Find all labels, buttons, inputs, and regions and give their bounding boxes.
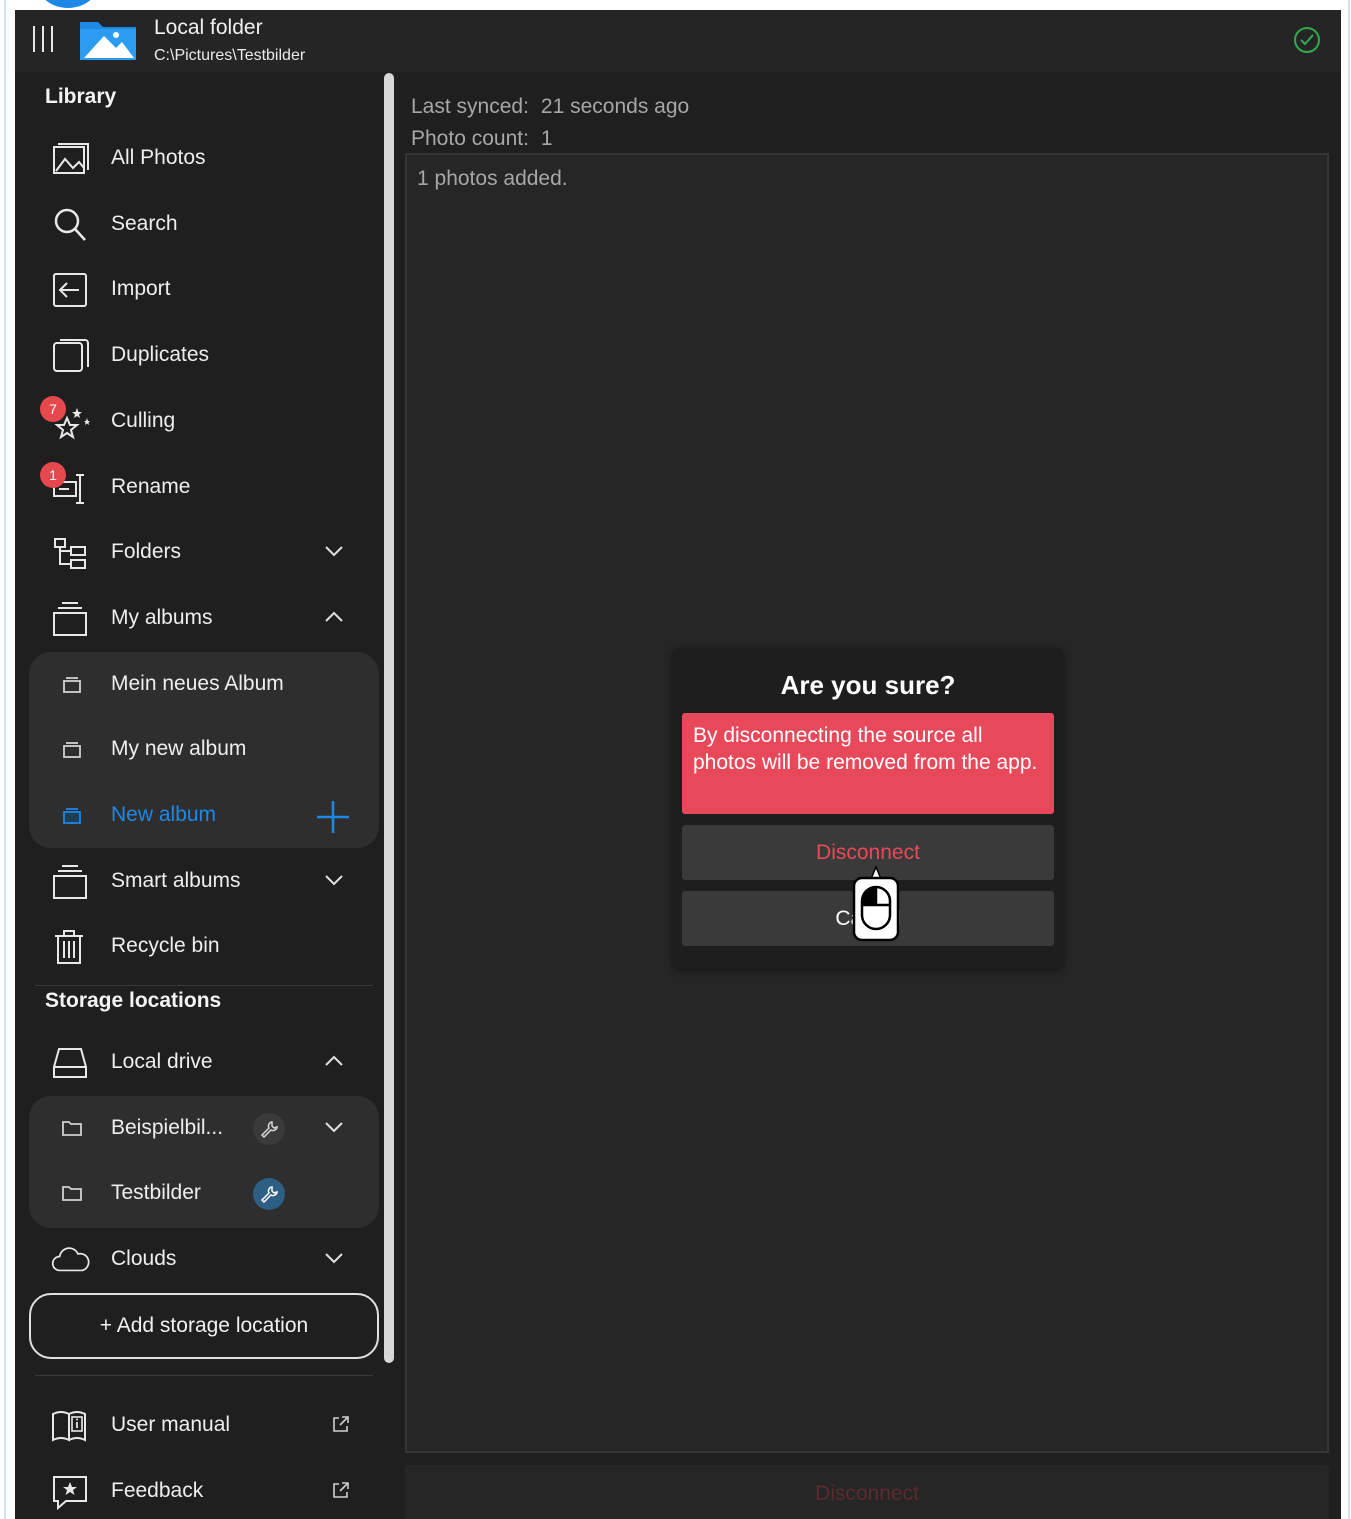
sidebar-item-search[interactable]: Search — [15, 195, 375, 255]
sidebar-item-label: Culling — [111, 409, 176, 432]
album-label: My new album — [111, 737, 247, 760]
new-album-label: New album — [111, 803, 217, 826]
search-icon — [54, 208, 86, 241]
storage-locations-heading: Storage locations — [45, 989, 222, 1012]
wrench-icon — [260, 1121, 278, 1138]
plus-icon[interactable] — [315, 799, 351, 835]
top-bar: Local folder C:\Pictures\Testbilder — [15, 10, 1341, 72]
app-window: Local folder C:\Pictures\Testbilder Libr… — [15, 10, 1341, 1519]
chevron-up-icon[interactable] — [323, 609, 345, 625]
dialog-title: Are you sure? — [780, 670, 956, 700]
sidebar-item-recycle-bin[interactable]: Recycle bin — [15, 917, 375, 977]
sidebar-item-clouds[interactable]: Clouds — [15, 1230, 375, 1290]
sidebar-item-label: All Photos — [111, 146, 206, 169]
sidebar-item-label: Clouds — [111, 1247, 177, 1270]
dialog-warning-message: By disconnecting the source all photos w… — [682, 713, 1054, 814]
album-icon — [63, 677, 81, 693]
sidebar-item-label: Import — [111, 277, 171, 300]
album-icon — [63, 742, 81, 758]
sidebar-item-my-albums[interactable]: My albums — [15, 589, 375, 649]
sidebar-item-label: User manual — [111, 1413, 231, 1436]
source-title: Local folder — [154, 16, 263, 39]
duplicates-icon — [53, 339, 89, 372]
smart-album-icon — [53, 865, 87, 899]
storage-folder-item[interactable]: Testbilder — [15, 1164, 375, 1224]
sidebar-scrollbar[interactable] — [384, 73, 394, 1363]
sidebar-item-label: Rename — [111, 475, 191, 498]
folder-icon — [62, 1121, 82, 1136]
album-label: Mein neues Album — [111, 672, 284, 695]
folder-label: Testbilder — [111, 1181, 201, 1204]
folder-icon — [62, 1186, 82, 1201]
sidebar-item-rename[interactable]: 1 Rename — [15, 458, 375, 518]
folder-label: Beispielbil... — [111, 1116, 224, 1139]
divider — [35, 1375, 373, 1376]
photo-count-value: 1 — [540, 127, 553, 150]
menu-icon[interactable] — [33, 26, 59, 54]
sidebar-item-label: Smart albums — [111, 869, 241, 892]
sidebar-item-label: Feedback — [111, 1479, 204, 1502]
album-item[interactable]: My new album — [15, 720, 375, 780]
chevron-down-icon[interactable] — [323, 872, 345, 888]
sidebar-item-culling[interactable]: 7 Culling — [15, 392, 375, 452]
external-link-icon — [333, 1416, 349, 1432]
library-heading: Library — [45, 85, 117, 108]
chevron-down-icon[interactable] — [323, 543, 345, 559]
sidebar-item-all-photos[interactable]: All Photos — [15, 129, 375, 189]
book-info-icon — [52, 1411, 86, 1442]
last-synced-label: Last synced: — [411, 95, 529, 118]
sidebar-item-label: My albums — [111, 606, 213, 629]
sidebar-item-smart-albums[interactable]: Smart albums — [15, 852, 375, 912]
sidebar-item-import[interactable]: Import — [15, 260, 375, 320]
sidebar: Library All Photos Search Import Duplica… — [15, 72, 385, 1519]
mouse-cursor-icon — [852, 865, 900, 942]
sidebar-item-user-manual[interactable]: User manual — [15, 1396, 375, 1456]
sidebar-item-label: Duplicates — [111, 343, 210, 366]
sidebar-item-label: Search — [111, 212, 178, 235]
sync-log-text: 1 photos added. — [417, 167, 568, 190]
photos-icon — [53, 143, 89, 174]
folder-settings-button[interactable] — [253, 1113, 285, 1145]
chevron-down-icon[interactable] — [323, 1119, 345, 1135]
sidebar-item-duplicates[interactable]: Duplicates — [15, 326, 375, 386]
folder-picture-icon — [80, 22, 136, 60]
sidebar-item-label: Recycle bin — [111, 934, 220, 957]
feedback-star-icon — [53, 1476, 87, 1510]
album-icon — [63, 808, 81, 824]
photo-count-label: Photo count: — [411, 127, 529, 150]
sidebar-item-label: Folders — [111, 540, 182, 563]
rename-count-badge: 1 — [40, 462, 66, 488]
sidebar-item-label: Local drive — [111, 1050, 213, 1073]
folder-settings-button[interactable] — [253, 1178, 285, 1210]
sidebar-item-feedback[interactable]: Feedback — [15, 1462, 375, 1519]
sidebar-item-local-drive[interactable]: Local drive — [15, 1033, 375, 1093]
chevron-down-icon[interactable] — [323, 1250, 345, 1266]
cloud-icon — [51, 1247, 90, 1272]
chevron-up-icon[interactable] — [323, 1053, 345, 1069]
divider — [35, 985, 373, 986]
folder-tree-icon — [54, 538, 86, 569]
sidebar-item-folders[interactable]: Folders — [15, 523, 375, 583]
import-icon — [53, 273, 87, 307]
trash-icon — [55, 930, 83, 964]
storage-folder-item[interactable]: Beispielbil... — [15, 1099, 375, 1159]
sync-status-check-icon — [1294, 27, 1320, 53]
external-link-icon — [333, 1482, 349, 1498]
source-path: C:\Pictures\Testbilder — [154, 47, 306, 64]
culling-count-badge: 7 — [40, 396, 66, 422]
new-album-item[interactable]: New album — [15, 786, 375, 846]
hard-drive-icon — [53, 1048, 87, 1078]
album-icon — [53, 602, 87, 636]
photo-count-row: Photo count: 1 — [411, 127, 553, 151]
last-synced-value: 21 seconds ago — [540, 95, 690, 118]
wrench-icon — [260, 1186, 278, 1203]
last-synced-row: Last synced: 21 seconds ago — [411, 95, 689, 119]
disconnect-source-button[interactable]: Disconnect — [405, 1465, 1329, 1519]
add-storage-location-button[interactable]: + Add storage location — [29, 1293, 379, 1359]
album-item[interactable]: Mein neues Album — [15, 655, 375, 715]
